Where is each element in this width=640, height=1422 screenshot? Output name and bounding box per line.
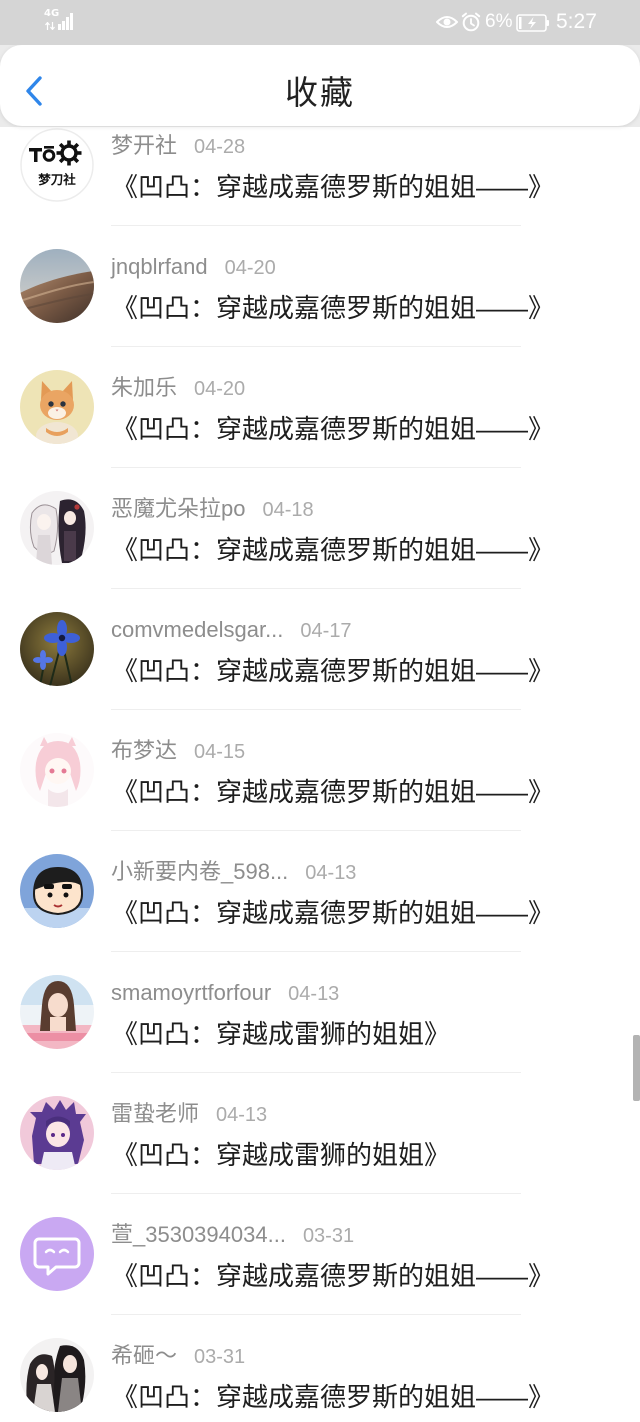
default-avatar-image (20, 1217, 94, 1291)
clock: 5:27 (556, 10, 597, 33)
status-bar: 4G 6% 5:27 (0, 0, 640, 45)
signal-bar (62, 21, 65, 30)
post-date: 04-13 (216, 1104, 268, 1126)
item-meta: 小新要内卷_598... 04-13 (111, 859, 356, 885)
page-title: 收藏 (285, 73, 355, 112)
author-name: 雷蛰老师 (111, 1101, 200, 1126)
anime-duo-avatar-image (20, 491, 94, 565)
purple-anime-avatar-image (20, 1096, 94, 1170)
user-avatar[interactable] (20, 733, 94, 807)
user-avatar[interactable] (20, 249, 94, 323)
user-avatar[interactable] (20, 975, 94, 1049)
author-name: 萱_3530394034... (111, 1222, 286, 1247)
anime-pair-avatar-image (20, 1338, 94, 1412)
author-name: 朱加乐 (111, 375, 178, 400)
item-meta: 布梦达 04-15 (111, 738, 245, 764)
post-date: 04-28 (194, 136, 246, 158)
item-meta: 梦开社 04-28 (111, 133, 245, 159)
item-meta: jnqblrfand 04-20 (111, 254, 276, 280)
post-date: 03-31 (194, 1346, 246, 1368)
signal-bar (70, 13, 73, 30)
post-date: 04-17 (300, 620, 352, 642)
item-meta: 萱_3530394034... 03-31 (111, 1222, 354, 1248)
work-title: 《凹凸：穿越成嘉德罗斯的姐姐——》 (112, 898, 555, 928)
author-name: 恶魔尤朵拉po (111, 496, 246, 521)
user-avatar[interactable]: 梦刀社 (20, 128, 94, 202)
favorite-item[interactable]: 布梦达 04-15 《凹凸：穿越成嘉德罗斯的姐姐——》 (0, 710, 640, 831)
user-avatar[interactable] (20, 491, 94, 565)
work-title: 《凹凸：穿越成雷狮的姐姐》 (112, 1140, 451, 1170)
author-name: 梦开社 (111, 133, 178, 158)
item-meta: 朱加乐 04-20 (111, 375, 245, 401)
post-date: 04-18 (262, 499, 314, 521)
favorites-list: 梦刀社 梦开社 04-28 《凹凸：穿越成嘉德罗斯的姐姐——》 jnqblrfa… (0, 0, 640, 1422)
favorite-item[interactable]: 萱_3530394034... 03-31 《凹凸：穿越成嘉德罗斯的姐姐——》 (0, 1194, 640, 1315)
favorite-item[interactable]: smamoyrtforfour 04-13 《凹凸：穿越成雷狮的姐姐》 (0, 952, 640, 1073)
data-activity-icon (45, 22, 55, 30)
item-meta: smamoyrtforfour 04-13 (111, 980, 339, 1006)
work-title: 《凹凸：穿越成嘉德罗斯的姐姐——》 (112, 172, 555, 202)
author-name: 希砸～ (111, 1343, 178, 1368)
favorite-item[interactable]: 小新要内卷_598... 04-13 《凹凸：穿越成嘉德罗斯的姐姐——》 (0, 831, 640, 952)
post-date: 04-13 (305, 862, 357, 884)
work-title: 《凹凸：穿越成嘉德罗斯的姐姐——》 (112, 293, 555, 323)
work-title: 《凹凸：穿越成嘉德罗斯的姐姐——》 (112, 777, 555, 807)
work-title: 《凹凸：穿越成嘉德罗斯的姐姐——》 (112, 656, 555, 686)
header-card: 收藏 (0, 45, 640, 126)
item-meta: 雷蛰老师 04-13 (111, 1101, 267, 1127)
flower-avatar-image (20, 612, 94, 686)
eye-comfort-icon (436, 16, 458, 28)
cartoon-boy-avatar-image (20, 854, 94, 928)
cellular-signal-icon: 4G (44, 9, 78, 33)
post-date: 04-13 (288, 983, 340, 1005)
portrait-photo-avatar-image (20, 975, 94, 1049)
app-bar: 收藏 (0, 45, 640, 127)
favorite-item[interactable]: 恶魔尤朵拉po 04-18 《凹凸：穿越成嘉德罗斯的姐姐——》 (0, 468, 640, 589)
post-date: 04-20 (194, 378, 246, 400)
pink-anime-avatar-image (20, 733, 94, 807)
author-name: jnqblrfand (111, 254, 208, 279)
favorite-item[interactable]: jnqblrfand 04-20 《凹凸：穿越成嘉德罗斯的姐姐——》 (0, 226, 640, 347)
item-meta: 希砸～ 03-31 (111, 1343, 245, 1369)
post-date: 03-31 (302, 1225, 355, 1247)
battery-charging-icon (516, 14, 549, 32)
logo-avatar-image: 梦刀社 (20, 128, 94, 202)
item-meta: comvmedelsgar... 04-17 (111, 617, 352, 643)
author-name: 小新要内卷_598... (111, 859, 289, 884)
user-avatar[interactable] (20, 1338, 94, 1412)
author-name: smamoyrtforfour (111, 980, 272, 1005)
user-avatar[interactable] (20, 612, 94, 686)
author-name: 布梦达 (111, 738, 178, 763)
post-date: 04-15 (194, 741, 246, 763)
scrollbar-thumb[interactable] (633, 1035, 640, 1101)
favorite-item[interactable]: 朱加乐 04-20 《凹凸：穿越成嘉德罗斯的姐姐——》 (0, 347, 640, 468)
item-meta: 恶魔尤朵拉po 04-18 (111, 496, 314, 522)
post-date: 04-20 (224, 257, 276, 279)
work-title: 《凹凸：穿越成嘉德罗斯的姐姐——》 (112, 535, 555, 565)
work-title: 《凹凸：穿越成嘉德罗斯的姐姐——》 (112, 414, 555, 444)
avatar-logo-text: 梦刀社 (38, 172, 76, 187)
author-name: comvmedelsgar... (111, 617, 284, 642)
work-title: 《凹凸：穿越成雷狮的姐姐》 (112, 1019, 451, 1049)
alarm-icon (461, 12, 481, 32)
favorite-item[interactable]: 雷蛰老师 04-13 《凹凸：穿越成雷狮的姐姐》 (0, 1073, 640, 1194)
user-avatar[interactable] (20, 1096, 94, 1170)
work-title: 《凹凸：穿越成嘉德罗斯的姐姐——》 (112, 1382, 555, 1412)
network-type-label: 4G (44, 8, 60, 19)
user-avatar[interactable] (20, 854, 94, 928)
favorite-item[interactable]: comvmedelsgar... 04-17 《凹凸：穿越成嘉德罗斯的姐姐——》 (0, 589, 640, 710)
work-title: 《凹凸：穿越成嘉德罗斯的姐姐——》 (112, 1261, 555, 1291)
user-avatar[interactable] (20, 1217, 94, 1291)
landscape-avatar-image (20, 249, 94, 323)
favorite-item[interactable]: 希砸～ 03-31 《凹凸：穿越成嘉德罗斯的姐姐——》 (0, 1315, 640, 1422)
battery-percent: 6% (485, 11, 513, 32)
cat-avatar-image (20, 370, 94, 444)
user-avatar[interactable] (20, 370, 94, 444)
signal-bar (58, 24, 61, 30)
signal-bar (66, 17, 69, 30)
